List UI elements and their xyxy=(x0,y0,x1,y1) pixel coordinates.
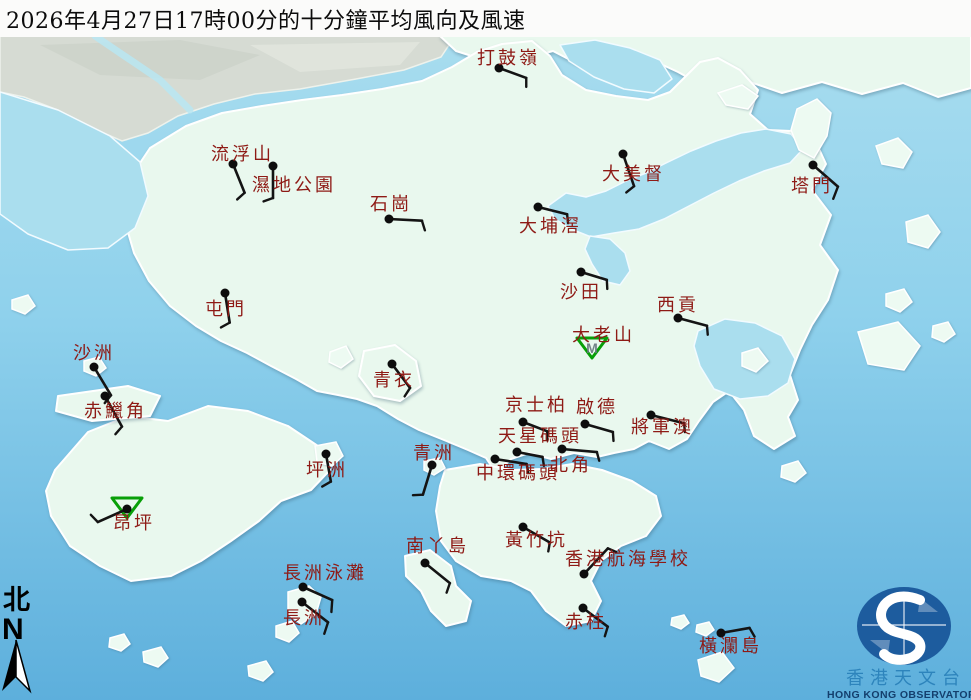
wind-map-screenshot: 打鼓嶺流浮山濕地公園石崗大埔滘大美督塔門沙田西貢M大老山屯門沙洲赤鱲角青衣京士柏… xyxy=(0,0,971,700)
wind-barb-feather xyxy=(331,600,332,612)
station-label: 赤柱 xyxy=(565,612,607,633)
station-dot xyxy=(577,268,586,277)
station-label: 打鼓嶺 xyxy=(477,48,540,69)
station-label: 啟德 xyxy=(576,397,618,418)
station-label: 屯門 xyxy=(205,299,247,320)
station-label: 大美督 xyxy=(602,164,665,185)
station-dot xyxy=(385,215,394,224)
wind-barb-feather xyxy=(707,326,708,335)
station-dot xyxy=(534,203,543,212)
station-label: 大老山 xyxy=(572,325,635,346)
station-dot xyxy=(298,598,307,607)
station-dot xyxy=(558,445,567,454)
station-label: 赤鱲角 xyxy=(84,401,147,422)
station-label: 橫瀾島 xyxy=(699,636,762,657)
station-label: 黃竹坑 xyxy=(505,530,568,551)
hko-logo-name-cn: 香港天文台 xyxy=(846,668,966,689)
station-label: 沙洲 xyxy=(73,343,115,364)
compass-north-cn: 北 xyxy=(3,585,30,616)
compass-north-letter: N xyxy=(2,613,24,646)
station-label: 京士柏 xyxy=(505,395,568,416)
station-label: 流浮山 xyxy=(211,144,274,165)
station-dot xyxy=(269,162,278,171)
station-label: 沙田 xyxy=(560,282,602,303)
station-label: 香港航海學校 xyxy=(565,549,691,570)
station-dot xyxy=(580,570,589,579)
station-label: 長洲泳灘 xyxy=(283,563,367,584)
station-dot xyxy=(221,289,230,298)
station-label: 天星碼頭 xyxy=(498,426,582,447)
station-dot xyxy=(101,392,110,401)
station-dot xyxy=(421,559,430,568)
station-label: 中環碼頭 xyxy=(476,463,560,484)
hko-logo-name-en: HONG KONG OBSERVATORY xyxy=(827,689,971,700)
station-label: 大埔滘 xyxy=(519,216,582,237)
station-label: 西貢 xyxy=(657,295,699,316)
station-label: 長洲 xyxy=(283,608,325,629)
station-label: 塔門 xyxy=(791,176,833,197)
station-dot xyxy=(619,150,628,159)
station-label: 石崗 xyxy=(370,194,412,215)
wind-barb-feather xyxy=(613,432,614,441)
station-dot xyxy=(322,450,331,459)
station-label: 青衣 xyxy=(373,370,415,391)
wind-barb-shaft xyxy=(389,219,422,221)
station-label: 南丫島 xyxy=(406,536,469,557)
page-title: 2026年4月27日17時00分的十分鐘平均風向及風速 xyxy=(6,3,525,35)
station-label: 濕地公園 xyxy=(252,175,336,196)
station-label: 昂坪 xyxy=(113,513,155,534)
station-dot xyxy=(513,448,522,457)
station-dot xyxy=(388,360,397,369)
station-label: 坪洲 xyxy=(306,460,348,481)
map: 打鼓嶺流浮山濕地公園石崗大埔滘大美督塔門沙田西貢M大老山屯門沙洲赤鱲角青衣京士柏… xyxy=(0,0,971,700)
title-bar: 2026年4月27日17時00分的十分鐘平均風向及風速 xyxy=(0,0,971,37)
station-label: 將軍澳 xyxy=(631,417,694,438)
station-dot xyxy=(809,161,818,170)
station-label: 北角 xyxy=(550,455,592,476)
wind-barb-feather xyxy=(413,495,423,496)
station-label: 青洲 xyxy=(413,443,455,464)
